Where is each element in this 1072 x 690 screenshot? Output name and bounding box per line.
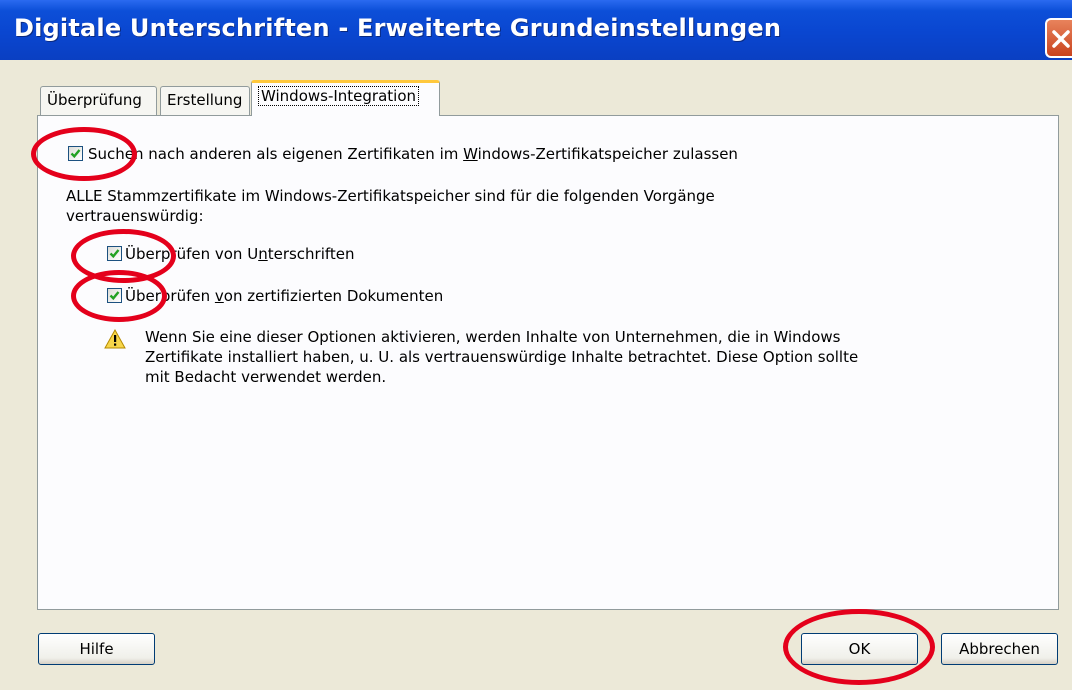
search-certs-label[interactable]: Suchen nach anderen als eigenen Zertifik… [88, 144, 738, 164]
tab-label: Windows-Integration [258, 86, 420, 106]
cancel-button[interactable]: Abbrechen [941, 633, 1058, 665]
checkmark-icon [109, 291, 120, 301]
verify-certified-docs-label[interactable]: Überprüfen von zertifizierten Dokumenten [125, 286, 443, 306]
close-button[interactable] [1045, 18, 1072, 58]
tab-windows-integration[interactable]: Windows-Integration [251, 80, 440, 116]
verify-signatures-label[interactable]: Überprüfen von Unterschriften [125, 244, 355, 264]
checkmark-icon [109, 249, 120, 259]
title-bar: Digitale Unterschriften - Erweiterte Gru… [0, 0, 1072, 60]
ok-button[interactable]: OK [801, 633, 918, 665]
tab-label: Überprüfung [47, 91, 142, 109]
close-icon [1052, 30, 1070, 48]
warning-icon [104, 329, 126, 349]
tab-erstellung[interactable]: Erstellung [160, 86, 250, 116]
trust-description: ALLE Stammzertifikate im Windows-Zertifi… [66, 187, 715, 225]
help-button[interactable]: Hilfe [38, 633, 155, 665]
verify-signatures-checkbox[interactable] [107, 246, 122, 261]
warning-text: Wenn Sie eine dieser Optionen aktivieren… [145, 328, 859, 386]
tab-panel-windows-integration: Suchen nach anderen als eigenen Zertifik… [37, 115, 1059, 610]
tab-ueberpruefung[interactable]: Überprüfung [40, 86, 157, 116]
verify-certified-docs-checkbox[interactable] [107, 288, 122, 303]
tab-label: Erstellung [167, 91, 243, 109]
checkmark-icon [70, 149, 81, 159]
window-title: Digitale Unterschriften - Erweiterte Gru… [14, 14, 782, 42]
search-certs-checkbox[interactable] [68, 146, 83, 161]
